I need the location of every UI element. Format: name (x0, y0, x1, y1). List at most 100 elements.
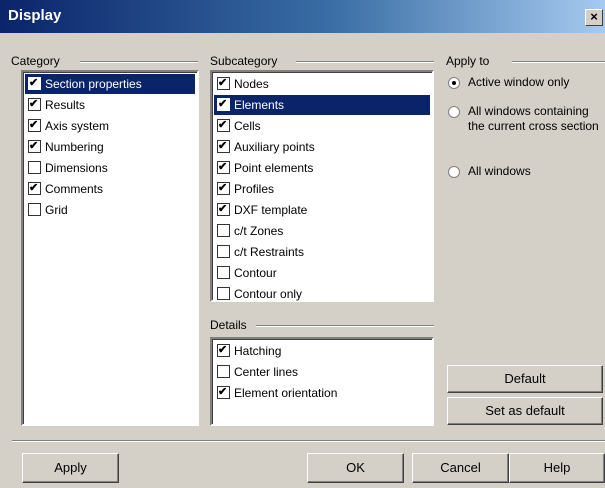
category-item-label: Numbering (45, 140, 104, 154)
category-item-label: Comments (45, 182, 104, 196)
checkbox-icon[interactable]: ✔ (28, 182, 41, 195)
checkmark-icon: ✔ (218, 182, 228, 194)
ok-button[interactable]: OK (307, 453, 404, 483)
category-item-label: Section properties (45, 77, 142, 91)
subcategory-divider (296, 61, 434, 63)
cancel-button[interactable]: Cancel (412, 453, 509, 483)
subcategory-item-label: c/t Zones (234, 224, 284, 238)
close-button[interactable]: × (585, 9, 603, 26)
checkmark-icon: ✔ (218, 344, 228, 356)
category-item[interactable]: ✔ Results (25, 95, 195, 115)
apply-to-divider (512, 61, 605, 63)
details-label: Details (210, 318, 250, 332)
subcategory-item-label: Profiles (234, 182, 275, 196)
subcategory-item[interactable]: Contour (214, 263, 430, 283)
checkbox-icon[interactable]: ✔ (217, 161, 230, 174)
details-listbox[interactable]: ✔ Hatching Center lines ✔ Element orientatio… (210, 337, 434, 426)
checkmark-icon: ✔ (29, 119, 39, 131)
radio-dot-icon (452, 81, 456, 85)
subcategory-item[interactable]: ✔ DXF template (214, 200, 430, 220)
category-item[interactable]: ✔ Section properties (25, 74, 195, 94)
checkbox-icon[interactable]: ✔ (217, 203, 230, 216)
details-item[interactable]: Center lines (214, 362, 430, 382)
window-title: Display (8, 7, 62, 24)
category-item[interactable]: ✔ Comments (25, 179, 195, 199)
radio-button-icon[interactable] (448, 77, 460, 89)
category-item-label: Axis system (45, 119, 110, 133)
checkbox-icon[interactable]: ✔ (28, 77, 41, 90)
apply-button[interactable]: Apply (22, 453, 119, 483)
checkbox-icon[interactable]: ✔ (217, 182, 230, 195)
subcategory-item[interactable]: c/t Restraints (214, 242, 430, 262)
checkbox-icon[interactable] (217, 365, 230, 378)
radio-label: Active window only (468, 75, 570, 89)
details-item-label: Element orientation (234, 386, 338, 400)
radio-label: All windows containing the current cross… (468, 104, 599, 133)
checkmark-icon: ✔ (218, 140, 228, 152)
details-item[interactable]: ✔ Element orientation (214, 383, 430, 403)
category-item[interactable]: Dimensions (25, 158, 195, 178)
subcategory-item-label: Cells (234, 119, 261, 133)
title-bar[interactable]: Display × (0, 0, 605, 33)
subcategory-item[interactable]: ✔ Cells (214, 116, 430, 136)
subcategory-item-label: Auxiliary points (234, 140, 315, 154)
category-label: Category (11, 54, 63, 68)
checkbox-icon[interactable]: ✔ (217, 98, 230, 111)
checkmark-icon: ✔ (29, 140, 39, 152)
close-icon: × (590, 9, 598, 24)
checkbox-icon[interactable] (28, 203, 41, 216)
checkmark-icon: ✔ (218, 203, 228, 215)
checkbox-icon[interactable] (217, 245, 230, 258)
subcategory-item[interactable]: ✔ Profiles (214, 179, 430, 199)
category-item-label: Dimensions (45, 161, 108, 175)
category-item[interactable]: ✔ Numbering (25, 137, 195, 157)
checkbox-icon[interactable]: ✔ (217, 119, 230, 132)
checkmark-icon: ✔ (218, 386, 228, 398)
radio-button-icon[interactable] (448, 106, 460, 118)
checkbox-icon[interactable] (28, 161, 41, 174)
checkbox-icon[interactable] (217, 287, 230, 300)
subcategory-item-label: DXF template (234, 203, 308, 217)
default-button[interactable]: Default (447, 365, 603, 393)
subcategory-item[interactable]: Contour only (214, 284, 430, 304)
checkmark-icon: ✔ (218, 161, 228, 173)
checkbox-icon[interactable]: ✔ (28, 119, 41, 132)
details-item-label: Center lines (234, 365, 299, 379)
category-listbox[interactable]: ✔ Section properties ✔ Results ✔ Axis system ✔… (21, 70, 199, 426)
checkmark-icon: ✔ (29, 98, 39, 110)
set-as-default-button[interactable]: Set as default (447, 397, 603, 425)
checkbox-icon[interactable]: ✔ (217, 77, 230, 90)
checkbox-icon[interactable] (217, 266, 230, 279)
category-item[interactable]: Grid (25, 200, 195, 220)
subcategory-listbox[interactable]: ✔ Nodes ✔ Elements ✔ Cells ✔ Auxiliary points ✔ P… (210, 70, 434, 302)
radio-button-icon[interactable] (448, 166, 460, 178)
subcategory-item-label: Contour only (234, 287, 303, 301)
checkmark-icon: ✔ (218, 98, 228, 110)
details-divider (256, 325, 434, 327)
details-item-label: Hatching (234, 344, 282, 358)
apply-to-label: Apply to (446, 54, 493, 68)
subcategory-item[interactable]: ✔ Nodes (214, 74, 430, 94)
bottom-divider (12, 440, 605, 442)
category-item-label: Grid (45, 203, 68, 217)
checkbox-icon[interactable]: ✔ (217, 140, 230, 153)
subcategory-item[interactable]: ✔ Elements (214, 95, 430, 115)
subcategory-item[interactable]: ✔ Point elements (214, 158, 430, 178)
category-item[interactable]: ✔ Axis system (25, 116, 195, 136)
category-divider (80, 61, 198, 63)
checkbox-icon[interactable]: ✔ (28, 98, 41, 111)
subcategory-item-label: Nodes (234, 77, 269, 91)
details-item[interactable]: ✔ Hatching (214, 341, 430, 361)
help-button[interactable]: Help (509, 453, 605, 483)
category-item-label: Results (45, 98, 86, 112)
subcategory-item[interactable]: ✔ Auxiliary points (214, 137, 430, 157)
checkmark-icon: ✔ (218, 77, 228, 89)
radio-label: All windows (468, 164, 531, 178)
checkbox-icon[interactable]: ✔ (28, 140, 41, 153)
subcategory-label: Subcategory (210, 54, 281, 68)
checkmark-icon: ✔ (29, 182, 39, 194)
checkbox-icon[interactable] (217, 224, 230, 237)
subcategory-item[interactable]: c/t Zones (214, 221, 430, 241)
checkbox-icon[interactable]: ✔ (217, 344, 230, 357)
checkbox-icon[interactable]: ✔ (217, 386, 230, 399)
